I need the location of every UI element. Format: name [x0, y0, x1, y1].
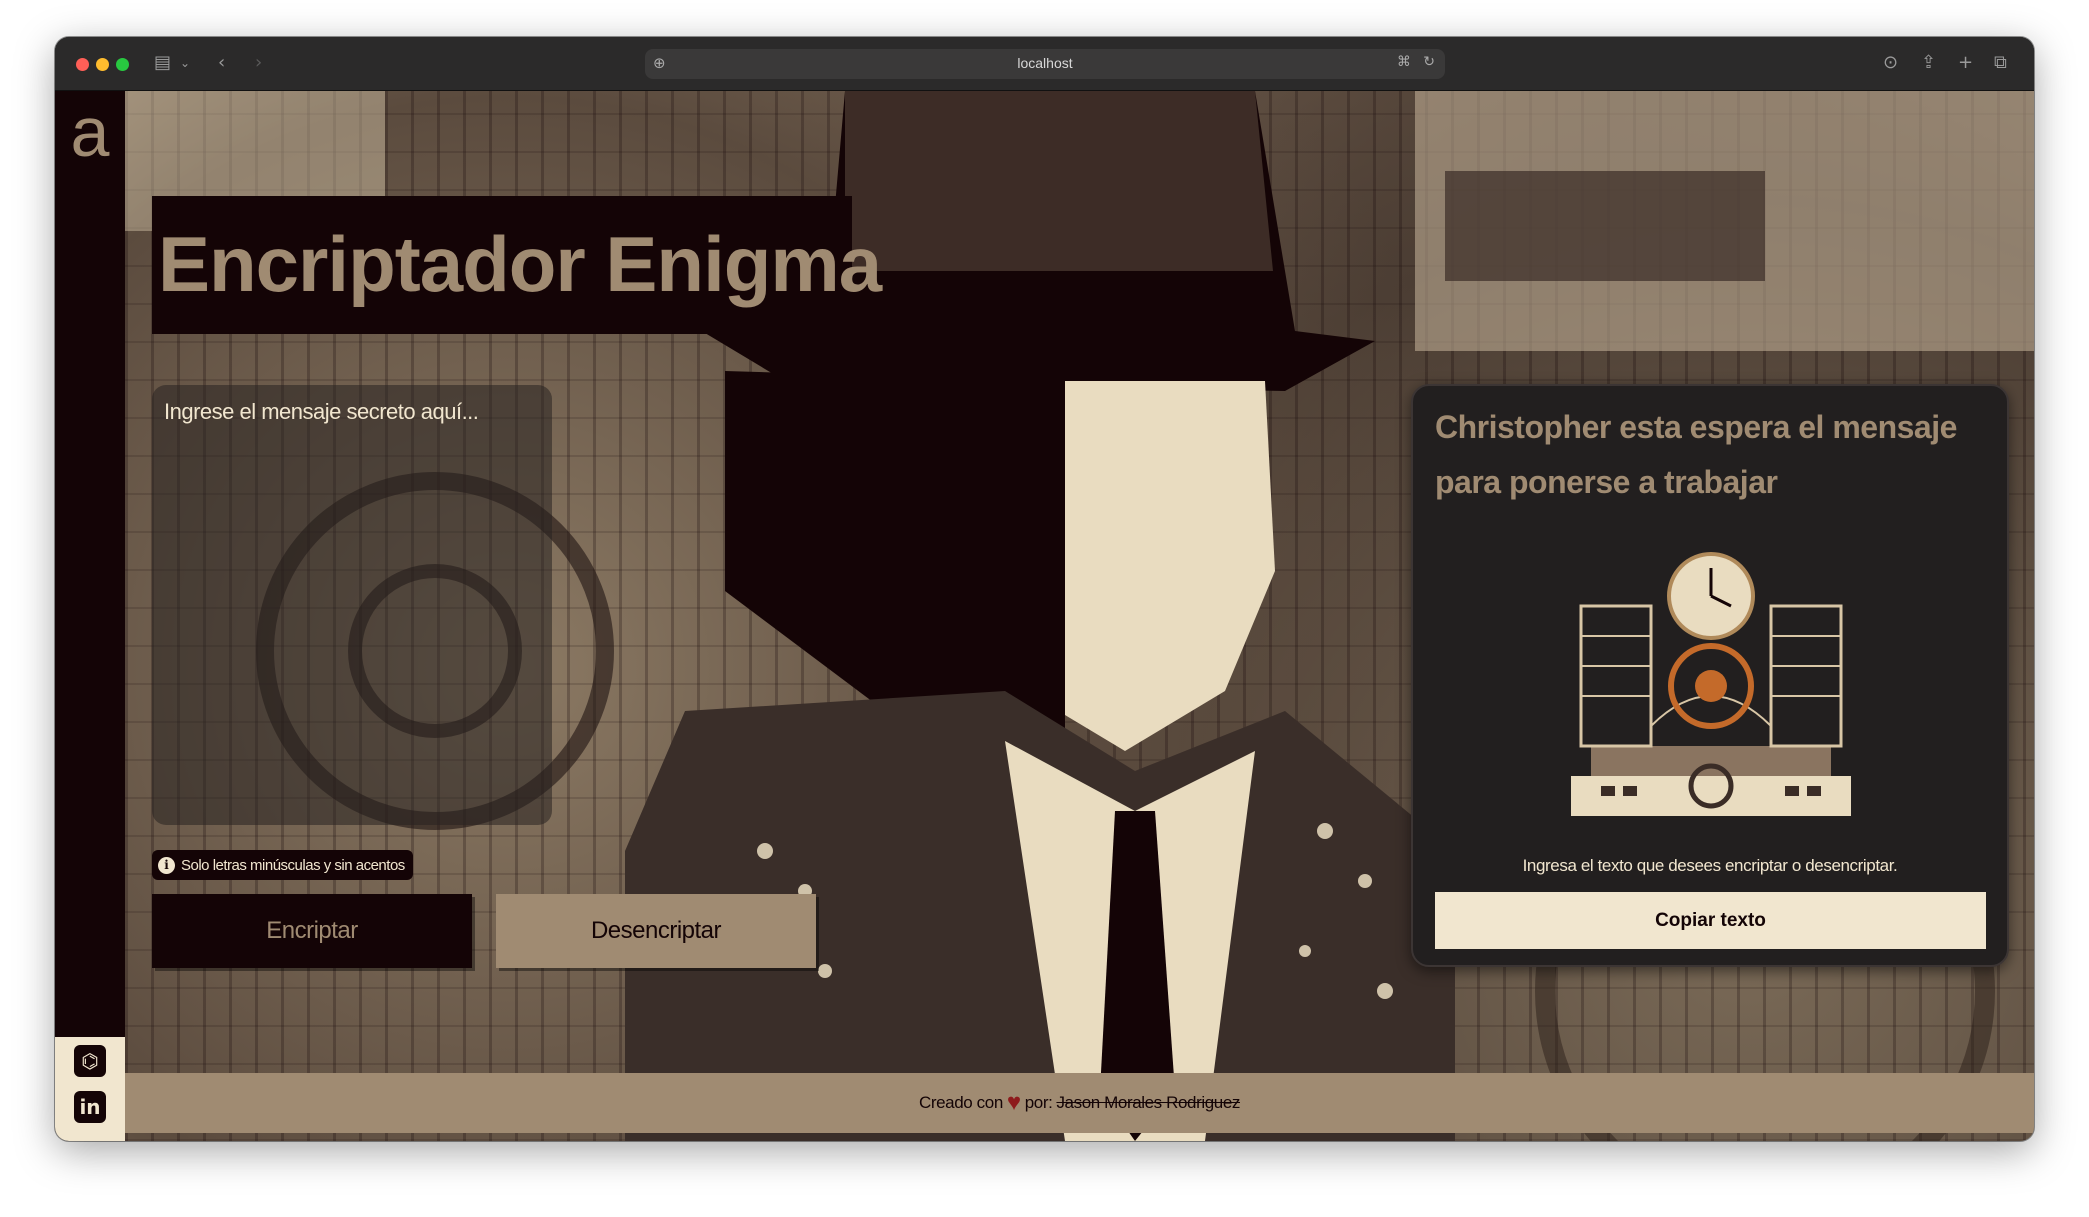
page-title: Encriptador Enigma — [158, 220, 882, 308]
input-hint: i Solo letras minúsculas y sin acentos — [152, 850, 413, 880]
footer-created-with: Creado con — [918, 1093, 1003, 1112]
url-text: localhost — [1017, 55, 1073, 71]
back-icon[interactable]: ‹ — [218, 52, 225, 74]
chevron-down-icon[interactable]: ⌄ — [180, 52, 190, 74]
enigma-machine-image — [1571, 552, 1851, 816]
textarea-placeholder: Ingrese el mensaje secreto aquí... — [164, 399, 479, 424]
github-icon[interactable]: ⌬ — [74, 1045, 106, 1077]
sidebar: a ⌬ in — [55, 91, 125, 1141]
social-links: ⌬ in — [55, 1037, 125, 1141]
footer: Creado con ♥ por: Jason Morales Rodrigue… — [125, 1073, 2034, 1133]
author-link[interactable]: Jason Morales Rodriguez — [1056, 1093, 1240, 1113]
maximize-window-button[interactable] — [116, 58, 129, 71]
translate-icon[interactable]: ⌘ — [1397, 54, 1411, 70]
new-tab-icon[interactable]: + — [1958, 52, 1973, 74]
browser-toolbar: ▤ ⌄ ‹ › ⊕ localhost ⌘ ↻ ⊙ ⇪ + ⧉ — [55, 37, 2034, 91]
title-banner: Encriptador Enigma — [152, 196, 882, 334]
sidebar-toggle-icon[interactable]: ▤ — [154, 52, 171, 74]
heart-icon: ♥ — [1006, 1089, 1021, 1116]
encrypt-button[interactable]: Encriptar — [152, 894, 472, 968]
forward-icon[interactable]: › — [255, 52, 262, 74]
address-bar[interactable]: ⊕ localhost ⌘ ↻ — [645, 49, 1445, 79]
close-window-button[interactable] — [76, 58, 89, 71]
share-icon[interactable]: ⇪ — [1921, 52, 1936, 74]
tab-overview-icon[interactable]: ⧉ — [1994, 52, 2007, 74]
downloads-icon[interactable]: ⊙ — [1883, 52, 1898, 74]
copy-text-button[interactable]: Copiar texto — [1435, 892, 1986, 949]
decrypt-button[interactable]: Desencriptar — [496, 894, 816, 968]
output-panel-title: Christopher esta espera el mensaje para … — [1435, 409, 1957, 500]
minimize-window-button[interactable] — [96, 58, 109, 71]
footer-by: por: — [1024, 1093, 1053, 1112]
output-info-text: Ingresa el texto que desees encriptar o … — [1522, 856, 1898, 875]
hint-text: Solo letras minúsculas y sin acentos — [181, 856, 405, 874]
linkedin-icon[interactable]: in — [74, 1091, 106, 1123]
browser-window: ▤ ⌄ ‹ › ⊕ localhost ⌘ ↻ ⊙ ⇪ + ⧉ a ⌬ in E… — [55, 37, 2034, 1141]
brand-logo[interactable]: a — [67, 97, 113, 167]
info-icon: i — [158, 856, 175, 874]
message-textarea[interactable]: Ingrese el mensaje secreto aquí... — [152, 385, 552, 825]
reload-icon[interactable]: ↻ — [1423, 54, 1435, 70]
page-viewport: a ⌬ in Encriptador Enigma Ingrese el men… — [55, 91, 2034, 1141]
output-panel: Christopher esta espera el mensaje para … — [1411, 384, 2009, 967]
